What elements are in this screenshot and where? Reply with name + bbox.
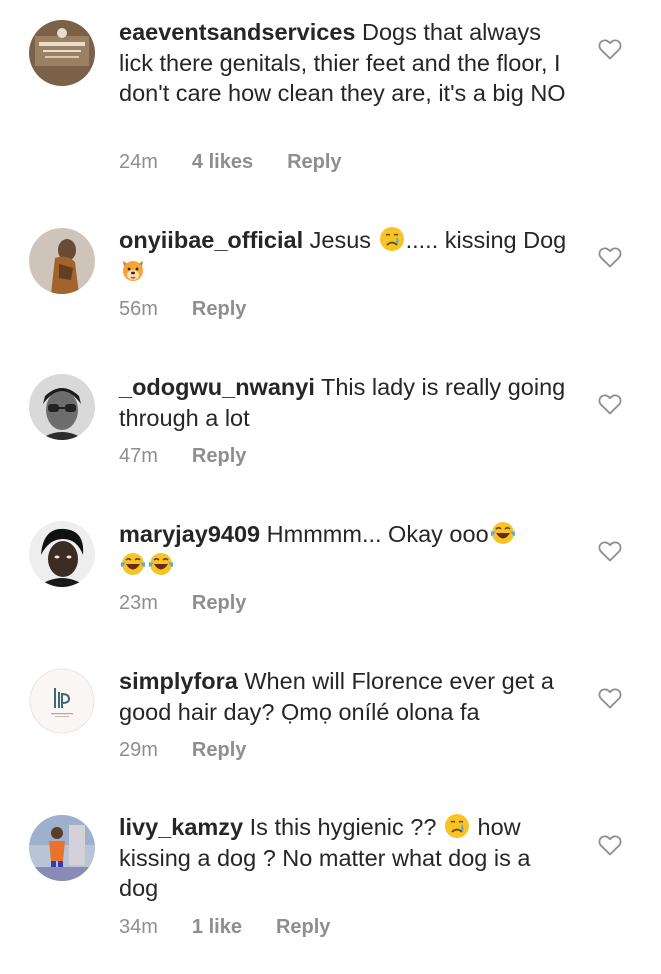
reply-button[interactable]: Reply [192,298,246,321]
comment-meta: 47m Reply [119,445,246,468]
reply-button[interactable]: Reply [192,592,246,615]
heart-outline-icon[interactable] [598,38,622,60]
comment-body: Jesus [303,227,378,253]
reply-button[interactable]: Reply [276,916,330,939]
face-with-tears-of-joy-icon [149,552,173,575]
reply-button[interactable]: Reply [287,151,341,174]
comment-meta: 34m 1 like Reply [119,916,330,939]
heart-outline-icon[interactable] [598,246,622,268]
comment-username[interactable]: simplyfora [119,668,238,694]
heart-outline-icon[interactable] [598,687,622,709]
avatar[interactable] [29,521,95,587]
avatar[interactable] [29,815,95,881]
avatar[interactable] [29,374,95,440]
avatar[interactable] [29,228,95,294]
comment-text: maryjay9409 Hmmmm... Okay ooo [119,519,569,580]
comment-text: livy_kamzy Is this hygienic ?? how kissi… [119,812,569,904]
crying-face-icon [379,227,404,251]
comment-likes[interactable]: 1 like [192,916,242,939]
comment-meta: 29m Reply [119,739,246,762]
comment-time: 23m [119,592,158,614]
comment-time: 29m [119,739,158,761]
comment-body: Is this hygienic ?? [243,814,443,840]
comment-body: ..... kissing Dog [405,227,567,253]
comment-username[interactable]: _odogwu_nwanyi [119,374,315,400]
comment-username[interactable]: maryjay9409 [119,521,260,547]
comment-time: 24m [119,151,158,173]
comment-meta: 56m Reply [119,298,246,321]
comment-text: eaeventsandservices Dogs that always lic… [119,17,569,109]
comment-username[interactable]: onyiibae_official [119,227,303,253]
comment-time: 56m [119,298,158,320]
comment-body: Hmmmm... Okay ooo [260,521,489,547]
avatar[interactable] [29,668,95,734]
comment-text: simplyfora When will Florence ever get a… [119,666,569,727]
comment-text: _odogwu_nwanyi This lady is really going… [119,372,569,433]
face-with-tears-of-joy-icon [490,522,515,544]
reply-button[interactable]: Reply [192,445,246,468]
comment-text: onyiibae_official Jesus ..... kissing Do… [119,225,569,286]
reply-button[interactable]: Reply [192,739,246,762]
crying-face-icon [444,814,469,838]
comment-username[interactable]: livy_kamzy [119,814,243,840]
heart-outline-icon[interactable] [598,540,622,562]
comment-likes[interactable]: 4 likes [192,151,253,174]
avatar[interactable] [29,20,95,86]
face-with-tears-of-joy-icon [121,552,145,575]
comment-meta: 24m 4 likes Reply [119,151,342,174]
heart-outline-icon[interactable] [598,834,622,856]
comment-meta: 23m Reply [119,592,246,615]
comment-time: 34m [119,916,158,938]
comment-time: 47m [119,445,158,467]
comment-username[interactable]: eaeventsandservices [119,19,355,45]
heart-outline-icon[interactable] [598,393,622,415]
dog-face-icon [123,260,143,281]
